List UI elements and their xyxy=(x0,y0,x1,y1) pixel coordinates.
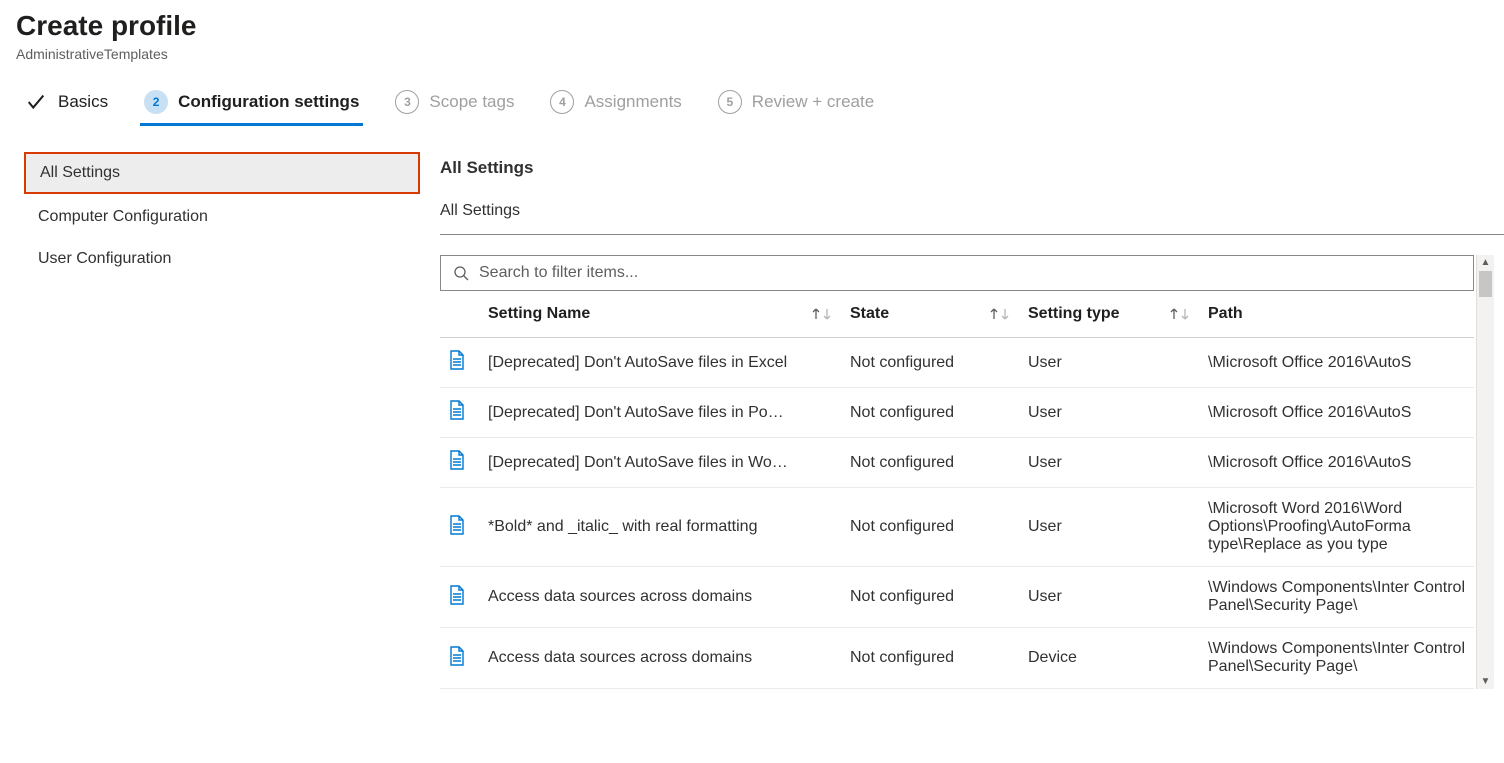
table-row[interactable]: Access data sources across domains Not co… xyxy=(440,628,1474,689)
cell-type: User xyxy=(1028,454,1208,472)
tree-item-all-settings[interactable]: All Settings xyxy=(24,152,420,194)
sort-icon xyxy=(811,308,832,320)
page-subtitle: AdministrativeTemplates xyxy=(16,46,1488,62)
column-label: Setting Name xyxy=(488,305,590,323)
table-row[interactable]: [Deprecated] Don't AutoSave files in Po…… xyxy=(440,388,1474,438)
table-row[interactable]: *Bold* and _italic_ with real formatting… xyxy=(440,488,1474,567)
file-icon xyxy=(448,450,488,475)
divider xyxy=(440,234,1504,235)
step-label: Review + create xyxy=(752,92,874,112)
column-header-type[interactable]: Setting type xyxy=(1028,305,1208,323)
cell-name: [Deprecated] Don't AutoSave files in Exc… xyxy=(488,354,787,372)
step-number-icon: 4 xyxy=(550,90,574,114)
step-label: Configuration settings xyxy=(178,92,359,112)
cell-type: Device xyxy=(1028,649,1208,667)
scrollbar[interactable]: ▲ ▼ xyxy=(1476,255,1494,689)
cell-type: User xyxy=(1028,518,1208,536)
page-title: Create profile xyxy=(16,10,1488,42)
step-number-icon: 2 xyxy=(144,90,168,114)
file-icon xyxy=(448,515,488,540)
search-icon xyxy=(453,265,469,281)
table-row[interactable]: [Deprecated] Don't AutoSave files in Exc… xyxy=(440,338,1474,388)
cell-path: \Microsoft Office 2016\AutoS xyxy=(1208,454,1474,472)
step-basics[interactable]: Basics xyxy=(24,90,108,124)
cell-state: Not configured xyxy=(850,354,1028,372)
file-icon xyxy=(448,400,488,425)
step-number-icon: 3 xyxy=(395,90,419,114)
cell-path: \Microsoft Office 2016\AutoS xyxy=(1208,354,1474,372)
wizard-steps: Basics 2 Configuration settings 3 Scope … xyxy=(0,62,1504,124)
column-label: Setting type xyxy=(1028,305,1120,323)
cell-path: \Microsoft Word 2016\Word Options\Proofi… xyxy=(1208,500,1474,554)
cell-name: Access data sources across domains xyxy=(488,649,752,667)
cell-name: [Deprecated] Don't AutoSave files in Wo… xyxy=(488,454,788,472)
section-title: All Settings xyxy=(440,158,1504,178)
cell-state: Not configured xyxy=(850,588,1028,606)
step-review-create[interactable]: 5 Review + create xyxy=(718,90,874,124)
column-label: Path xyxy=(1208,305,1243,322)
search-placeholder: Search to filter items... xyxy=(479,264,638,282)
cell-state: Not configured xyxy=(850,649,1028,667)
breadcrumb: All Settings xyxy=(440,202,1504,234)
column-label: State xyxy=(850,305,889,323)
sort-icon xyxy=(1169,308,1190,320)
step-scope-tags[interactable]: 3 Scope tags xyxy=(395,90,514,124)
tree-item-computer-configuration[interactable]: Computer Configuration xyxy=(24,198,420,236)
settings-tree: All Settings Computer Configuration User… xyxy=(0,152,420,689)
step-assignments[interactable]: 4 Assignments xyxy=(550,90,681,124)
column-header-name[interactable]: Setting Name xyxy=(488,305,850,323)
file-icon xyxy=(448,350,488,375)
cell-type: User xyxy=(1028,404,1208,422)
step-configuration-settings[interactable]: 2 Configuration settings xyxy=(144,90,359,124)
table-row[interactable]: Access data sources across domains Not co… xyxy=(440,567,1474,628)
cell-type: User xyxy=(1028,354,1208,372)
tree-item-user-configuration[interactable]: User Configuration xyxy=(24,240,420,278)
scroll-thumb[interactable] xyxy=(1479,271,1492,297)
cell-type: User xyxy=(1028,588,1208,606)
cell-name: *Bold* and _italic_ with real formatting xyxy=(488,518,757,536)
file-icon xyxy=(448,585,488,610)
scroll-up-icon[interactable]: ▲ xyxy=(1481,255,1491,270)
step-number-icon: 5 xyxy=(718,90,742,114)
step-label: Assignments xyxy=(584,92,681,112)
grid-header: Setting Name State Setting type xyxy=(440,291,1474,338)
step-label: Scope tags xyxy=(429,92,514,112)
cell-name: [Deprecated] Don't AutoSave files in Po… xyxy=(488,404,784,422)
cell-state: Not configured xyxy=(850,404,1028,422)
cell-path: \Windows Components\Inter Control Panel\… xyxy=(1208,640,1474,676)
column-header-state[interactable]: State xyxy=(850,305,1028,323)
file-icon xyxy=(448,646,488,671)
scroll-down-icon[interactable]: ▼ xyxy=(1481,674,1491,689)
cell-path: \Microsoft Office 2016\AutoS xyxy=(1208,404,1474,422)
sort-icon xyxy=(989,308,1010,320)
cell-state: Not configured xyxy=(850,454,1028,472)
check-icon xyxy=(24,90,48,114)
column-header-path[interactable]: Path xyxy=(1208,305,1474,323)
search-input[interactable]: Search to filter items... xyxy=(440,255,1474,291)
cell-path: \Windows Components\Inter Control Panel\… xyxy=(1208,579,1474,615)
step-label: Basics xyxy=(58,92,108,112)
cell-name: Access data sources across domains xyxy=(488,588,752,606)
table-row[interactable]: [Deprecated] Don't AutoSave files in Wo…… xyxy=(440,438,1474,488)
cell-state: Not configured xyxy=(850,518,1028,536)
